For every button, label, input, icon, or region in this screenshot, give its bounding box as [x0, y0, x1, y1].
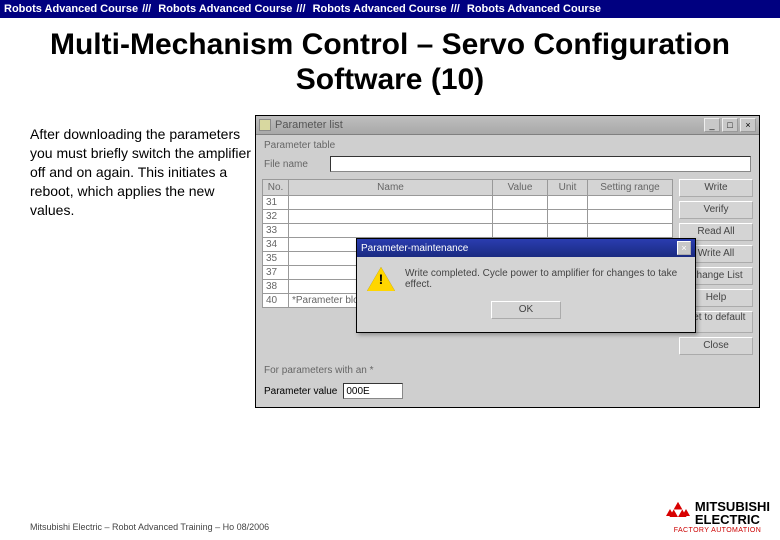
parameter-list-window: Parameter list _ □ × Parameter table Fil…: [255, 115, 760, 408]
col-value[interactable]: Value: [493, 180, 548, 196]
table-row: 33: [263, 224, 673, 238]
dialog-message: Write completed. Cycle power to amplifie…: [405, 268, 685, 290]
dialog-ok-button[interactable]: OK: [491, 301, 561, 319]
slide-title: Multi-Mechanism Control – Servo Configur…: [0, 28, 780, 97]
section-label: Parameter table: [256, 135, 759, 153]
course-banner: Robots Advanced Course/// Robots Advance…: [0, 0, 780, 18]
dialog-title: Parameter-maintenance: [361, 243, 677, 254]
col-no[interactable]: No.: [263, 180, 289, 196]
file-name-input[interactable]: [330, 156, 751, 172]
slide-body-text: After downloading the parameters you mus…: [30, 115, 255, 408]
window-icon: [259, 119, 271, 131]
close-window-button[interactable]: ×: [740, 118, 756, 132]
param-value-label: Parameter value: [264, 386, 337, 397]
minimize-button[interactable]: _: [704, 118, 720, 132]
mitsubishi-triangles-icon: [665, 502, 691, 524]
hint-text: For parameters with an *: [256, 361, 759, 380]
verify-button[interactable]: Verify: [679, 201, 753, 219]
col-range[interactable]: Setting range: [588, 180, 673, 196]
warning-icon: [367, 267, 395, 291]
close-button[interactable]: Close: [679, 337, 753, 355]
col-name[interactable]: Name: [289, 180, 493, 196]
brand-logo: MITSUBISHI ELECTRIC FACTORY AUTOMATION: [665, 500, 770, 534]
window-titlebar: Parameter list _ □ ×: [256, 116, 759, 135]
table-row: 31: [263, 196, 673, 210]
window-title: Parameter list: [275, 119, 704, 131]
slide-footer: Mitsubishi Electric – Robot Advanced Tra…: [30, 522, 269, 532]
message-dialog: Parameter-maintenance × Write completed.…: [356, 238, 696, 333]
file-name-label: File name: [264, 159, 324, 170]
logo-tagline: FACTORY AUTOMATION: [665, 527, 770, 534]
param-value-input[interactable]: [343, 383, 403, 399]
table-row: 32: [263, 210, 673, 224]
write-button[interactable]: Write: [679, 179, 753, 197]
dialog-close-button[interactable]: ×: [677, 241, 691, 255]
logo-brand-2: ELECTRIC: [695, 513, 770, 526]
col-unit[interactable]: Unit: [548, 180, 588, 196]
maximize-button[interactable]: □: [722, 118, 738, 132]
